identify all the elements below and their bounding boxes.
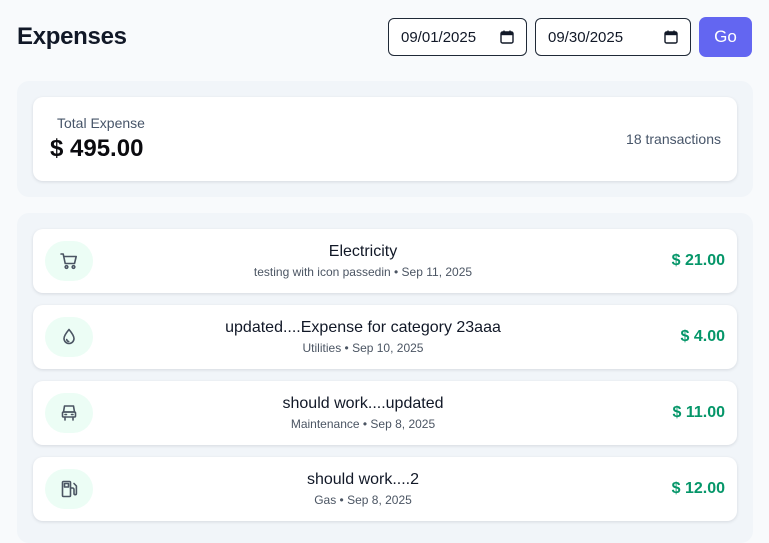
car-icon	[61, 405, 77, 421]
expense-amount: $ 21.00	[671, 252, 725, 269]
expense-list-item[interactable]: updated....Expense for category 23aaa Ut…	[33, 305, 737, 369]
category-icon-badge	[45, 393, 93, 433]
expense-meta: Maintenance • Sep 8, 2025	[290, 416, 436, 431]
expense-details: should work....updated Maintenance • Sep…	[109, 381, 617, 445]
droplet-icon	[63, 328, 75, 345]
transaction-count: 18 transactions	[626, 131, 721, 147]
expense-date: Sep 11, 2025	[401, 264, 473, 279]
calendar-icon[interactable]	[664, 30, 678, 44]
expense-category: testing with icon passedin	[253, 264, 391, 279]
expense-details: Electricity testing with icon passedin •…	[109, 229, 617, 293]
expense-name: Electricity	[328, 242, 398, 260]
total-expense-amount: $ 495.00	[50, 135, 144, 162]
shopping-cart-icon	[60, 253, 77, 270]
end-date-value: 09/30/2025	[548, 28, 624, 46]
page-title: Expenses	[17, 23, 127, 50]
end-date-input[interactable]: 09/30/2025	[535, 18, 691, 56]
go-button[interactable]: Go	[699, 17, 752, 57]
expense-amount: $ 12.00	[671, 480, 725, 497]
expense-category: Utilities	[302, 340, 342, 355]
expense-category: Gas	[314, 492, 337, 507]
expense-category: Maintenance	[290, 416, 360, 431]
expense-date: Sep 8, 2025	[347, 492, 412, 507]
expense-date: Sep 8, 2025	[370, 416, 436, 431]
category-icon-badge	[45, 317, 93, 357]
expense-list-item[interactable]: Electricity testing with icon passedin •…	[33, 229, 737, 293]
category-icon-badge	[45, 469, 93, 509]
expense-details: updated....Expense for category 23aaa Ut…	[109, 305, 617, 369]
expense-name: should work....2	[306, 470, 420, 488]
total-expense-label: Total Expense	[57, 115, 145, 131]
start-date-value: 09/01/2025	[401, 28, 477, 46]
expense-list-item[interactable]: should work....updated Maintenance • Sep…	[33, 381, 737, 445]
expense-list: Electricity testing with icon passedin •…	[17, 213, 753, 543]
fuel-pump-icon	[61, 480, 78, 498]
page-header: Expenses 09/01/2025 09/30/2025 Go	[17, 17, 752, 57]
calendar-icon[interactable]	[500, 30, 514, 44]
total-expense-card: Total Expense $ 495.00 18 transactions	[33, 97, 737, 181]
date-filter-controls: 09/01/2025 09/30/2025 Go	[388, 17, 752, 57]
expense-amount: $ 4.00	[680, 328, 725, 345]
expense-details: should work....2 Gas • Sep 8, 2025	[109, 457, 617, 521]
expense-meta: Utilities • Sep 10, 2025	[302, 340, 424, 355]
expense-meta: Gas • Sep 8, 2025	[314, 492, 412, 507]
expense-amount: $ 11.00	[672, 404, 726, 421]
expense-name: updated....Expense for category 23aaa	[225, 318, 501, 336]
expense-name: should work....updated	[282, 394, 444, 412]
expense-list-item[interactable]: should work....2 Gas • Sep 8, 2025 $ 12.…	[33, 457, 737, 521]
expense-date: Sep 10, 2025	[352, 340, 424, 355]
category-icon-badge	[45, 241, 93, 281]
start-date-input[interactable]: 09/01/2025	[388, 18, 527, 56]
summary-section: Total Expense $ 495.00 18 transactions	[17, 81, 753, 197]
expense-meta: testing with icon passedin • Sep 11, 202…	[253, 264, 473, 279]
